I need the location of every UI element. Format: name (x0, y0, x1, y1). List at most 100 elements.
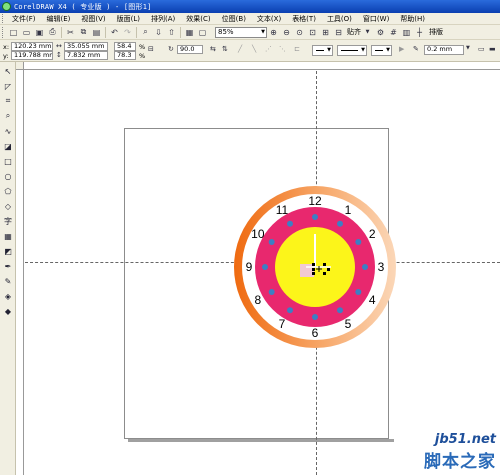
width-field[interactable]: 35.055 mm (64, 42, 108, 51)
break-apart-icon[interactable]: ⋰ (265, 45, 272, 53)
cut-icon[interactable]: ✂ (65, 27, 76, 38)
start-arrowhead-select[interactable]: ▼ (312, 45, 333, 56)
chevron-down-icon[interactable]: ▼ (362, 27, 373, 38)
to-front-icon[interactable]: ▭ (478, 45, 485, 53)
guidelines-icon[interactable]: ┼ (414, 27, 425, 38)
chevron-down-icon[interactable]: ▼ (466, 45, 470, 51)
outline-pen-icon[interactable]: ✎ (413, 45, 419, 53)
selection-handle[interactable] (312, 263, 315, 266)
menu-table[interactable]: 表格(T) (288, 14, 319, 24)
rotation-angle-field[interactable]: 90.0 (177, 45, 203, 54)
freehand-tool-icon[interactable]: ∿ (2, 125, 14, 137)
menu-edit[interactable]: 编辑(E) (43, 14, 74, 24)
options-icon[interactable]: ⚙ (375, 27, 386, 38)
chevron-down-icon: ▼ (361, 47, 365, 53)
new-document-icon[interactable]: □ (8, 27, 19, 38)
clock-drawing[interactable]: 121234567891011 (232, 184, 398, 350)
height-field[interactable]: 7.832 mm (64, 51, 108, 60)
undo-icon[interactable]: ↶ (109, 27, 120, 38)
drawing-canvas[interactable]: 12 1 2 3 4 5 6 7 8 9 10 11 jb51.net 脚本之家 (25, 71, 500, 475)
text-tool-icon[interactable]: 字 (2, 215, 14, 227)
ruler-origin[interactable] (16, 62, 24, 70)
menu-effects[interactable]: 效果(C) (182, 14, 213, 24)
selection-handle[interactable] (323, 263, 326, 266)
menu-window[interactable]: 窗口(W) (359, 14, 392, 24)
outline-width-field[interactable]: 0.2 mm (424, 45, 464, 55)
menu-arrange[interactable]: 排列(A) (147, 14, 178, 24)
line-start-icon[interactable]: ╱ (238, 45, 242, 53)
application-launcher-icon[interactable]: ▦ (184, 27, 195, 38)
eyedropper-icon[interactable]: ✒ (2, 260, 14, 272)
menu-bitmaps[interactable]: 位图(B) (218, 14, 249, 24)
lock-ratio-icon[interactable]: ⊟ (148, 45, 154, 53)
convert-curves-icon[interactable]: ⋱ (279, 45, 286, 53)
interactive-fill-icon[interactable]: ◆ (2, 305, 14, 317)
standard-toolbar: □ ▭ ▣ ⎙ ✂ ⧉ ▤ ↶ ↷ ⌕ ⇩ ⇧ ▦ ▢ 85% ▼ ⊕ ⊖ ⊙ … (0, 25, 500, 40)
scale-y-field[interactable]: 78.3 (114, 51, 136, 60)
zoom-selected-icon[interactable]: ⊙ (294, 27, 305, 38)
crop-tool-icon[interactable]: ⌗ (2, 95, 14, 107)
line-end-icon[interactable]: ╲ (252, 45, 256, 53)
menu-file[interactable]: 文件(F) (8, 14, 39, 24)
toolbar-grip-handle[interactable] (2, 26, 5, 38)
coreldraw-app-icon[interactable] (2, 2, 11, 11)
interactive-blend-icon[interactable]: ◩ (2, 245, 14, 257)
wrap-text-icon[interactable]: ▶ (399, 45, 404, 53)
to-back-icon[interactable]: ▬ (489, 45, 496, 53)
selection-handle[interactable] (312, 272, 315, 275)
outline-pen-icon[interactable]: ✎ (2, 275, 14, 287)
horizontal-ruler[interactable] (24, 62, 500, 70)
selection-handle[interactable] (327, 268, 330, 271)
y-position-field[interactable]: 119.788 mm (11, 51, 53, 60)
menu-tools[interactable]: 工具(O) (323, 14, 355, 24)
watermark-brand: 脚本之家 (424, 452, 496, 472)
snap-to-label[interactable]: 贴齐 (347, 27, 361, 37)
rulers-icon[interactable]: ▥ (401, 27, 412, 38)
menu-text[interactable]: 文本(X) (253, 14, 284, 24)
menu-layout[interactable]: 版面(L) (113, 14, 143, 24)
pick-tool-icon[interactable]: ↖ (2, 65, 14, 77)
zoom-in-icon[interactable]: ⊕ (268, 27, 279, 38)
smart-fill-icon[interactable]: ◪ (2, 140, 14, 152)
table-tool-icon[interactable]: ▦ (2, 230, 14, 242)
mirror-vertical-icon[interactable]: ⇅ (222, 45, 228, 53)
basic-shapes-icon[interactable]: ◇ (2, 200, 14, 212)
welcome-screen-icon[interactable]: ▢ (197, 27, 208, 38)
print-icon[interactable]: ⎙ (47, 27, 58, 38)
zoom-page-icon[interactable]: ⊡ (307, 27, 318, 38)
vertical-ruler[interactable] (16, 70, 24, 475)
menu-view[interactable]: 视图(V) (77, 14, 108, 24)
layout-label[interactable]: 排版 (429, 27, 443, 37)
shape-tool-icon[interactable]: ◸ (2, 80, 14, 92)
scale-x-field[interactable]: 58.4 (114, 42, 136, 51)
zoom-tool-icon[interactable]: ⌕ (2, 110, 14, 122)
redo-icon[interactable]: ↷ (122, 27, 133, 38)
import-icon[interactable]: ⇩ (153, 27, 164, 38)
polygon-tool-icon[interactable]: ⬠ (2, 185, 14, 197)
ellipse-tool-icon[interactable]: ○ (2, 170, 14, 182)
x-position-field[interactable]: 120.23 mm (11, 42, 53, 51)
search-content-icon[interactable]: ⌕ (140, 27, 151, 38)
mirror-horizontal-icon[interactable]: ⇆ (210, 45, 216, 53)
zoom-width-icon[interactable]: ⊞ (320, 27, 331, 38)
zoom-level-select[interactable]: 85% ▼ (215, 26, 267, 38)
open-icon[interactable]: ▭ (21, 27, 32, 38)
selection-handle[interactable] (323, 272, 326, 275)
end-arrowhead-select[interactable]: ▼ (371, 45, 392, 56)
save-icon[interactable]: ▣ (34, 27, 45, 38)
fill-tool-icon[interactable]: ◈ (2, 290, 14, 302)
close-curve-icon[interactable]: ⊏ (294, 45, 300, 53)
menu-grip-handle[interactable] (2, 14, 5, 23)
copy-icon[interactable]: ⧉ (78, 27, 89, 38)
line-style-select[interactable]: ▼ (337, 45, 367, 56)
selection-handle[interactable] (312, 268, 315, 271)
zoom-height-icon[interactable]: ⊟ (333, 27, 344, 38)
menu-help[interactable]: 帮助(H) (396, 14, 428, 24)
paste-icon[interactable]: ▤ (91, 27, 102, 38)
rectangle-tool-icon[interactable]: □ (2, 155, 14, 167)
clock-dot (268, 289, 275, 295)
export-icon[interactable]: ⇧ (166, 27, 177, 38)
chevron-down-icon: ▼ (261, 29, 265, 35)
grid-icon[interactable]: # (388, 27, 399, 38)
zoom-out-icon[interactable]: ⊖ (281, 27, 292, 38)
